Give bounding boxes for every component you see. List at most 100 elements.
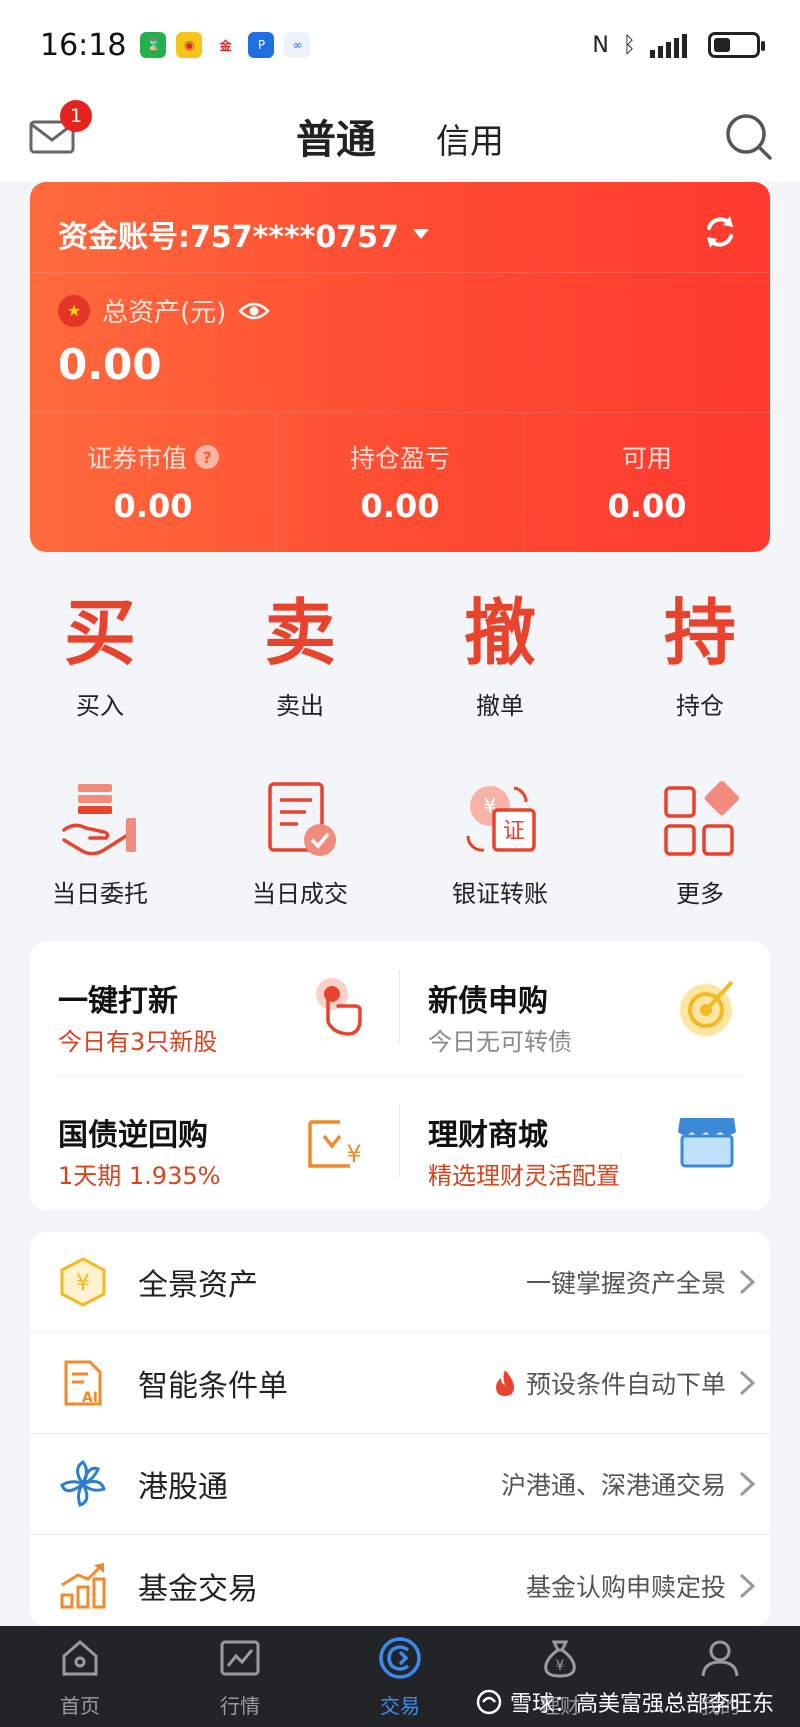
search-icon[interactable] [722,110,774,162]
shop-icon [678,1118,736,1168]
total-asset-label-row: ★ 总资产(元) [58,292,271,329]
nav-trade[interactable]: 交易 [320,1626,480,1727]
list-item-panorama-assets[interactable]: ¥ 全景资产 一键掌握资产全景 [30,1232,770,1333]
service-desc-text: 预设条件自动下单 [525,1370,726,1399]
account-stats: 证券市值 ? 0.00 持仓盈亏 0.00 可用 0.00 [30,412,770,552]
bond-subscribe-cell[interactable]: 新债申购 今日无可转债 [400,942,770,1076]
help-icon[interactable]: ? [195,445,219,469]
buy-label: 买入 [76,692,124,720]
today-entrust-button[interactable]: 当日委托 [0,780,200,910]
positions-glyph: 持 [663,590,736,675]
list-item-hk-connect[interactable]: 港股通 沪港通、深港通交易 [30,1434,770,1535]
fire-icon [495,1370,514,1396]
stat-label: 可用 [621,444,672,473]
stat-label-text: 证券市值 [86,444,187,473]
service-desc: 一键掌握资产全景 [525,1269,726,1298]
app-link-icon: ∞ [284,32,311,58]
status-indicators: N ᛒ [592,32,765,58]
nav-label: 行情 [220,1694,260,1718]
bluetooth-icon: ᛒ [622,32,636,58]
money-bag-icon: ¥ [544,1640,576,1678]
sell-label: 卖出 [276,692,324,720]
app-p-icon: P [248,32,275,58]
header: 1 普通 信用 [0,90,800,182]
reverse-repo-cell[interactable]: 国债逆回购 1天期 1.935% ¥ [30,1076,400,1210]
stat-value: 0.00 [607,487,687,525]
service-desc: 预设条件自动下单 [492,1365,726,1401]
chevron-down-icon [412,229,429,239]
user-icon [701,1640,739,1677]
service-name: 港股通 [138,1470,228,1505]
quick-title: 理财商城 [428,1118,548,1153]
quick-title: 新债申购 [428,984,548,1019]
watermark: 雪球：高美富强总部李旺东 [476,1686,774,1718]
eye-icon[interactable] [238,300,271,322]
bank-transfer-label: 银证转账 [452,880,548,908]
wealth-mall-cell[interactable]: 理财商城 精选理财灵活配置 [400,1076,770,1210]
card-divider [30,272,770,273]
rising-bars-icon [60,1562,106,1608]
chevron-right-icon [739,1573,756,1598]
quick-sub: 1天期 1.935% [58,1162,221,1190]
quick-panel: 一键打新 今日有3只新股 新债申购 今日无可转债 国债逆回购 1天期 1.935… [30,942,770,1210]
list-item-fund-trade[interactable]: 基金交易 基金认购申赎定投 [30,1535,770,1626]
yuan-hexagon-icon: ¥ [60,1257,106,1307]
status-time: 16:18 [40,27,127,63]
more-grid-icon [664,781,739,856]
trade-icon [379,1637,421,1679]
nav-market[interactable]: 行情 [160,1626,320,1727]
buy-button[interactable]: 买 买入 [0,590,200,730]
svg-text:¥: ¥ [346,1140,361,1168]
service-desc: 基金认购申赎定投 [525,1572,726,1602]
entrust-hand-icon [62,784,136,856]
quick-sub: 今日无可转债 [428,1028,572,1056]
more-label: 更多 [676,880,724,908]
positions-label: 持仓 [676,692,724,720]
account-number: 资金账号:757****0757 [58,220,399,255]
quick-title: 一键打新 [58,984,178,1019]
bank-transfer-button[interactable]: ¥ 证 银证转账 [400,780,600,910]
refresh-icon[interactable] [700,212,740,252]
service-name: 智能条件单 [138,1369,288,1404]
buy-glyph: 买 [63,590,136,675]
stat-position-pnl[interactable]: 持仓盈亏 0.00 [277,412,524,552]
app-notification-icon: ⌛ [140,32,167,58]
tab-normal[interactable]: 普通 [296,107,376,165]
jindong-icon: 金 [212,32,239,58]
trade-actions: 买 买入 卖 卖出 撤 撤单 持 持仓 [0,590,800,730]
sell-button[interactable]: 卖 卖出 [200,590,400,730]
watermark-text: 雪球：高美富强总部李旺东 [509,1692,774,1717]
nav-home[interactable]: 首页 [0,1626,160,1727]
service-list: ¥ 全景资产 一键掌握资产全景 AI 智能条件单 预设条件自动下单 港股通 沪港… [30,1232,770,1626]
bauhinia-icon [60,1460,106,1507]
nfc-icon: N [592,32,609,58]
nav-label: 交易 [380,1694,420,1718]
account-card: 资金账号:757****0757 ★ 总资产(元) 0.00 证券市值 ? 0.… [30,182,770,552]
tools-row: 当日委托 当日成交 ¥ 证 银证转账 更多 [0,780,800,910]
stat-value: 0.00 [360,487,440,525]
quick-sub: 精选理财灵活配置 [428,1162,620,1190]
more-button[interactable]: 更多 [600,780,800,910]
today-deal-button[interactable]: 当日成交 [200,780,400,910]
mail-badge: 1 [60,100,92,132]
china-flag-icon: ★ [58,294,90,327]
repo-yuan-icon: ¥ [308,1120,362,1168]
list-item-smart-order[interactable]: AI 智能条件单 预设条件自动下单 [30,1333,770,1434]
stat-available[interactable]: 可用 0.00 [524,412,770,552]
account-selector[interactable]: 资金账号:757****0757 [58,212,429,256]
status-bar: 16:18 ⌛ ◉ 金 P ∞ N ᛒ [0,0,800,90]
positions-button[interactable]: 持 持仓 [600,590,800,730]
service-desc: 沪港通、深港通交易 [500,1471,726,1500]
stat-market-value[interactable]: 证券市值 ? 0.00 [30,412,277,552]
tab-credit[interactable]: 信用 [436,114,504,163]
svg-text:证: 证 [503,819,525,844]
chevron-right-icon [739,1471,756,1497]
weibo-icon: ◉ [176,32,203,58]
cancel-label: 撤单 [476,692,524,720]
cancel-order-button[interactable]: 撤 撤单 [400,590,600,730]
today-deal-label: 当日成交 [252,880,348,908]
ipo-subscribe-cell[interactable]: 一键打新 今日有3只新股 [30,942,400,1076]
today-entrust-label: 当日委托 [52,880,148,908]
service-name: 全景资产 [138,1268,258,1303]
status-app-icons: ⌛ ◉ 金 P ∞ [140,32,311,58]
